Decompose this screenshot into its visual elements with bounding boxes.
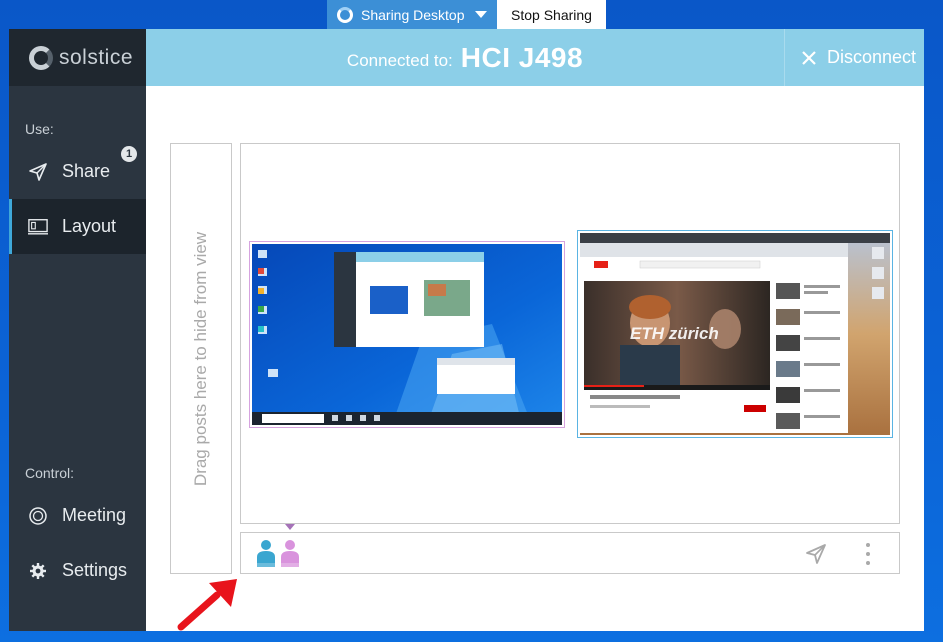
header: Connected to: HCI J498 Disconnect (146, 29, 924, 86)
sharing-desktop-label: Sharing Desktop (361, 6, 465, 23)
sidebar-item-layout[interactable]: Layout (9, 199, 146, 254)
sidebar-item-label: Layout (62, 216, 117, 236)
layout-canvas[interactable]: ETH zürich (240, 143, 900, 524)
sidebar: solstice Use: Share 1 Layout Control: Me… (9, 29, 146, 631)
post-youtube-video[interactable]: ETH zürich (577, 230, 893, 438)
youtube-thumbnail: ETH zürich (580, 233, 890, 435)
participants-bar (240, 524, 900, 574)
close-icon (802, 50, 816, 65)
caret-up-icon (285, 524, 295, 530)
sidebar-item-share[interactable]: Share 1 (9, 144, 146, 199)
post-windows-desktop[interactable] (249, 241, 565, 428)
chevron-down-icon (475, 11, 487, 18)
connection-status: Connected to: HCI J498 (146, 29, 784, 86)
gear-icon (28, 561, 48, 581)
meeting-icon (28, 506, 48, 526)
hide-posts-dropzone[interactable]: Drag posts here to hide from view (170, 143, 232, 574)
notification-badge: 1 (121, 146, 137, 162)
sidebar-item-meeting[interactable]: Meeting (9, 488, 146, 543)
solstice-logo: solstice (9, 29, 146, 86)
sidebar-item-label: Share (62, 161, 111, 181)
eth-zurich-logo-text: ETH zürich (630, 324, 719, 343)
solstice-logo-icon (29, 45, 53, 70)
connected-to-label: Connected to: (346, 50, 453, 70)
hide-zone-text: Drag posts here to hide from view (191, 231, 211, 486)
stop-sharing-button[interactable]: Stop Sharing (497, 0, 606, 29)
room-name: HCI J498 (460, 41, 584, 73)
sharing-desktop-dropdown[interactable]: Sharing Desktop (327, 0, 497, 29)
desktop-thumbnail (252, 244, 562, 425)
more-options-icon[interactable] (861, 542, 875, 566)
sidebar-item-label: Meeting (62, 505, 127, 525)
send-icon (28, 162, 48, 182)
send-icon[interactable] (804, 542, 828, 571)
disconnect-label: Disconnect (827, 47, 917, 67)
use-section-label: Use: (25, 121, 54, 137)
participants-icon[interactable] (250, 537, 304, 569)
sidebar-item-settings[interactable]: Settings (9, 543, 146, 598)
red-arrow-annotation-icon (177, 579, 237, 631)
disconnect-button[interactable]: Disconnect (784, 29, 924, 86)
solstice-icon (337, 6, 353, 23)
control-section-label: Control: (25, 465, 75, 481)
logo-text: solstice (59, 45, 134, 69)
solstice-app-window: solstice Use: Share 1 Layout Control: Me… (9, 29, 924, 631)
sharing-bar: Sharing Desktop Stop Sharing (327, 0, 606, 29)
sidebar-item-label: Settings (62, 560, 128, 580)
layout-icon (28, 217, 48, 237)
